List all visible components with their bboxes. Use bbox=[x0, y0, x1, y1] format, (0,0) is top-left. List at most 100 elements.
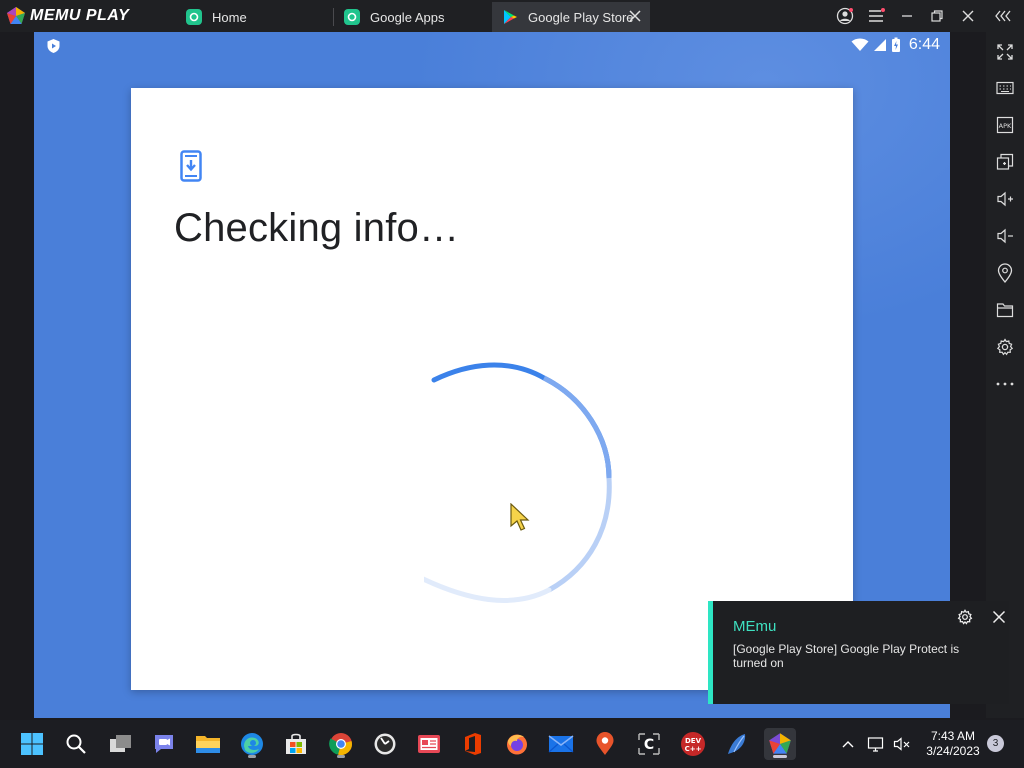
search-icon bbox=[66, 734, 86, 754]
shared-folder-button[interactable] bbox=[993, 298, 1017, 322]
phone-download-icon bbox=[180, 150, 202, 182]
network-icon bbox=[867, 737, 884, 752]
svg-text:APK: APK bbox=[999, 122, 1012, 130]
notification-app-name: MEmu bbox=[733, 618, 777, 635]
file-explorer-button[interactable] bbox=[192, 728, 224, 760]
android-status-bar: 6:44 bbox=[34, 32, 950, 58]
taskbar-search-button[interactable] bbox=[60, 728, 92, 760]
tab-home[interactable]: Home bbox=[180, 2, 332, 32]
volume-down-button[interactable] bbox=[993, 224, 1017, 248]
chrome-icon bbox=[329, 733, 352, 755]
task-view-icon bbox=[110, 735, 131, 752]
svg-text:C: C bbox=[644, 737, 654, 753]
menu-button[interactable] bbox=[860, 0, 892, 32]
tab-label: Home bbox=[212, 9, 247, 25]
loading-spinner bbox=[424, 362, 612, 603]
fullscreen-button[interactable] bbox=[993, 40, 1017, 64]
maximize-button[interactable] bbox=[921, 0, 953, 32]
settings-icon bbox=[996, 338, 1014, 356]
shield-icon bbox=[47, 39, 60, 53]
maps-pin-icon bbox=[596, 732, 614, 755]
volume-up-button[interactable] bbox=[993, 187, 1017, 211]
news-icon bbox=[418, 735, 440, 753]
file-explorer-icon bbox=[196, 736, 220, 753]
tab-divider bbox=[333, 8, 334, 26]
tab-google-apps[interactable]: Google Apps bbox=[338, 2, 490, 32]
notification-toast[interactable]: MEmu [Google Play Store] Google Play Pro… bbox=[708, 601, 1009, 704]
teams-chat-icon bbox=[155, 735, 173, 753]
volume-button[interactable] bbox=[890, 728, 914, 760]
start-button[interactable] bbox=[16, 728, 48, 760]
firefox-icon bbox=[507, 734, 527, 755]
dev-cpp-button[interactable]: DEV C++ bbox=[677, 728, 709, 760]
office-button[interactable] bbox=[457, 728, 489, 760]
running-indicator bbox=[773, 755, 787, 758]
emulator-title-bar: MEMU PLAY Home Google Apps Google Play S… bbox=[0, 0, 1024, 32]
feather-app-button[interactable] bbox=[721, 728, 753, 760]
taskbar-clock[interactable]: 7:43 AM 3/24/2023 bbox=[921, 729, 985, 759]
volume-down-icon bbox=[997, 228, 1013, 244]
hamburger-menu-icon bbox=[869, 8, 885, 22]
news-button[interactable] bbox=[413, 728, 445, 760]
memu-logo: MEMU PLAY bbox=[6, 6, 129, 26]
svg-text:C++: C++ bbox=[685, 745, 702, 753]
feather-app-icon bbox=[728, 734, 746, 754]
maps-button[interactable] bbox=[589, 728, 621, 760]
tab-label: Google Play Store bbox=[528, 9, 634, 25]
memu-app-icon bbox=[344, 9, 360, 25]
teams-chat-button[interactable] bbox=[148, 728, 180, 760]
close-icon bbox=[962, 10, 974, 22]
mouse-cursor-icon bbox=[510, 503, 530, 531]
chrome-button[interactable] bbox=[325, 728, 357, 760]
close-tab-icon[interactable] bbox=[628, 9, 642, 23]
triple-chevron-left-icon bbox=[995, 10, 1011, 22]
multi-instance-icon bbox=[996, 153, 1014, 170]
tab-google-play-store[interactable]: Google Play Store bbox=[492, 2, 650, 32]
clock-app-icon bbox=[374, 733, 396, 755]
firefox-button[interactable] bbox=[501, 728, 533, 760]
windows-taskbar: C DEV C++ 7:43 AM 3/24/2023 3 bbox=[0, 720, 1024, 768]
memu-gem-icon bbox=[7, 7, 25, 24]
tab-label: Google Apps bbox=[370, 9, 445, 25]
task-view-button[interactable] bbox=[105, 728, 137, 760]
more-button[interactable] bbox=[993, 372, 1017, 396]
network-button[interactable] bbox=[864, 728, 888, 760]
edge-icon bbox=[241, 733, 263, 755]
microsoft-store-button[interactable] bbox=[280, 728, 312, 760]
collapse-sidebar-button[interactable] bbox=[987, 0, 1019, 32]
notification-settings-icon[interactable] bbox=[957, 609, 973, 625]
running-indicator bbox=[248, 755, 256, 758]
memu-icon bbox=[769, 733, 791, 754]
account-button[interactable] bbox=[829, 0, 861, 32]
running-indicator bbox=[337, 755, 345, 758]
notification-count-badge[interactable]: 3 bbox=[987, 735, 1004, 752]
svg-text:DEV: DEV bbox=[685, 737, 702, 745]
checking-info-dialog: Checking info… bbox=[131, 88, 853, 690]
more-icon bbox=[996, 382, 1014, 386]
location-button[interactable] bbox=[993, 261, 1017, 285]
edge-button[interactable] bbox=[236, 728, 268, 760]
keyboard-button[interactable] bbox=[993, 76, 1017, 100]
windows-start-icon bbox=[21, 733, 43, 755]
notification-message: [Google Play Store] Google Play Protect … bbox=[733, 642, 960, 670]
settings-button[interactable] bbox=[993, 335, 1017, 359]
close-window-button[interactable] bbox=[952, 0, 984, 32]
chevron-up-icon bbox=[842, 741, 854, 748]
notification-close-icon[interactable] bbox=[991, 609, 1007, 625]
multi-instance-button[interactable] bbox=[993, 150, 1017, 174]
minimize-button[interactable] bbox=[891, 0, 923, 32]
location-icon bbox=[997, 263, 1013, 283]
code-app-button[interactable]: C bbox=[633, 728, 665, 760]
volume-up-icon bbox=[997, 191, 1013, 207]
volume-muted-icon bbox=[893, 737, 910, 751]
show-hidden-icons-button[interactable] bbox=[836, 728, 860, 760]
brand-name: MEMU PLAY bbox=[30, 7, 130, 24]
play-store-icon bbox=[502, 9, 518, 25]
clock-app-button[interactable] bbox=[369, 728, 401, 760]
dev-cpp-icon: DEV C++ bbox=[681, 732, 705, 756]
folder-icon bbox=[996, 303, 1014, 318]
apk-install-button[interactable]: APK bbox=[993, 113, 1017, 137]
memu-taskbar-button[interactable] bbox=[764, 728, 796, 760]
apk-icon: APK bbox=[996, 116, 1014, 134]
mail-button[interactable] bbox=[545, 728, 577, 760]
